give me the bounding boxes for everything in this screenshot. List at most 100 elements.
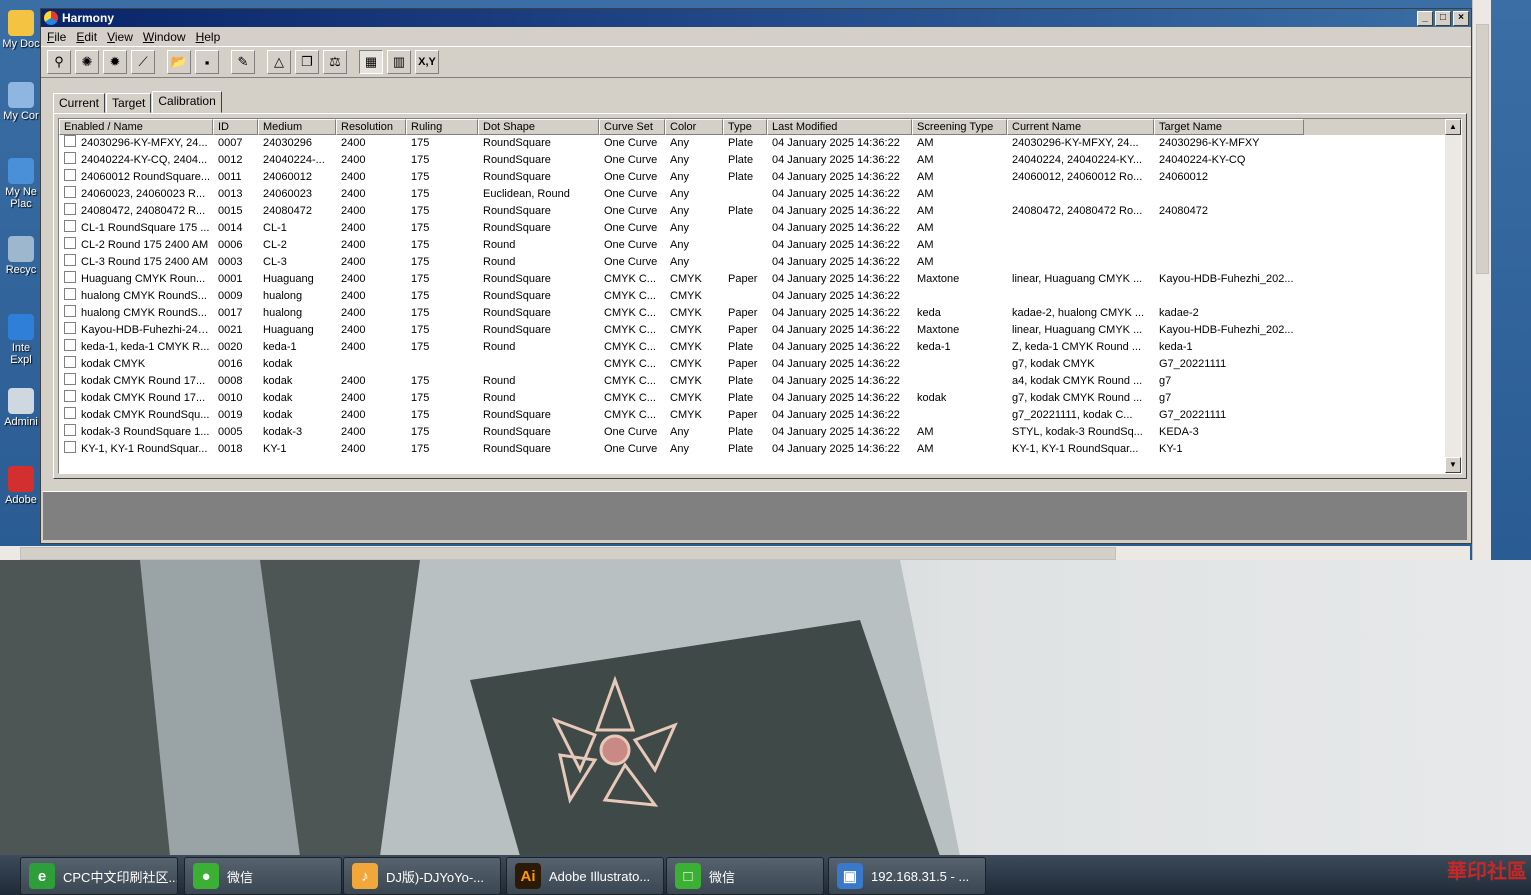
scroll-up-icon[interactable]: ▲ — [1445, 119, 1461, 135]
taskbar-button[interactable]: ♪ DJ版)-DJYoYo-... — [343, 857, 501, 895]
menu-view[interactable]: View — [107, 30, 133, 44]
outer-horizontal-scrollbar[interactable] — [0, 546, 1470, 560]
table-view-icon[interactable]: ▦ — [359, 50, 383, 74]
column-header[interactable]: ID — [213, 119, 258, 135]
enabled-checkbox[interactable] — [64, 390, 76, 402]
table-row[interactable]: kodak-3 RoundSquare 1... 0005 kodak-3 2400 1… — [59, 424, 1461, 441]
tab-current[interactable]: Current — [53, 93, 106, 113]
edit-icon[interactable]: ✎ — [231, 50, 255, 74]
menu-edit[interactable]: Edit — [76, 30, 97, 44]
enabled-checkbox[interactable] — [64, 203, 76, 215]
enabled-checkbox[interactable] — [64, 169, 76, 181]
menu-help[interactable]: Help — [196, 30, 221, 44]
column-header[interactable]: Medium — [258, 119, 336, 135]
warning-icon[interactable]: △ — [267, 50, 291, 74]
taskbar-button[interactable]: ▣ 192.168.31.5 - ... — [828, 857, 986, 895]
column-header[interactable]: Enabled / Name — [59, 119, 213, 135]
column-header[interactable]: Screening Type — [912, 119, 1007, 135]
columns-view-icon[interactable]: ▥ — [387, 50, 411, 74]
toolbar: ⚲ ✺ ✹ ⟋ 📂 ▪ ✎ △ ❐ ⚖ ▦ ▥ X,Y — [41, 46, 1471, 78]
table-row[interactable]: 24080472, 24080472 R... 0015 24080472 2400 1… — [59, 203, 1461, 220]
taskbar-button[interactable]: ● 微信 — [184, 857, 342, 895]
enabled-checkbox[interactable] — [64, 152, 76, 164]
table-row[interactable]: hualong CMYK RoundS... 0017 hualong 2400 175… — [59, 305, 1461, 322]
table-vertical-scrollbar[interactable]: ▲ ▼ — [1445, 119, 1461, 473]
maximize-icon[interactable]: □ — [1435, 10, 1451, 26]
column-header[interactable]: Last Modified — [767, 119, 912, 135]
column-header[interactable]: Resolution — [336, 119, 406, 135]
outer-horizontal-scroll-thumb[interactable] — [20, 547, 1116, 560]
outer-vertical-scroll-thumb[interactable] — [1476, 24, 1489, 274]
table-row[interactable]: hualong CMYK RoundS... 0009 hualong 2400 175… — [59, 288, 1461, 305]
desktop-icon[interactable]: My Ne Plac — [0, 158, 42, 210]
taskbar-button[interactable]: e CPC中文印刷社区... — [20, 857, 178, 895]
table-row[interactable]: keda-1, keda-1 CMYK R... 0020 keda-1 2400 17… — [59, 339, 1461, 356]
desktop-icon[interactable]: Admini — [0, 388, 42, 428]
table-row[interactable]: kodak CMYK 0016 kodak CMYK C... CMYK Paper 04 … — [59, 356, 1461, 373]
probe-icon[interactable]: ⚲ — [47, 50, 71, 74]
desktop-icon[interactable]: My Doc — [0, 10, 42, 50]
column-header[interactable]: Color — [665, 119, 723, 135]
enabled-checkbox[interactable] — [64, 135, 76, 147]
enabled-checkbox[interactable] — [64, 305, 76, 317]
enabled-checkbox[interactable] — [64, 220, 76, 232]
table-row[interactable]: kodak CMYK Round 17... 0008 kodak 2400 175 Ro… — [59, 373, 1461, 390]
target-alt-icon[interactable]: ✹ — [103, 50, 127, 74]
taskbar-button[interactable]: □ 微信 — [666, 857, 824, 895]
table-row[interactable]: 24040224-KY-CQ, 2404... 0012 24040224-... 2… — [59, 152, 1461, 169]
table-row[interactable]: kodak CMYK RoundSqu... 0019 kodak 2400 175 Ro… — [59, 407, 1461, 424]
menu-file[interactable]: File — [47, 30, 66, 44]
table-row[interactable]: CL-1 RoundSquare 175 ... 0014 CL-1 2400 175 R… — [59, 220, 1461, 237]
enabled-checkbox[interactable] — [64, 271, 76, 283]
close-icon[interactable]: × — [1453, 10, 1469, 26]
column-header[interactable]: Target Name — [1154, 119, 1304, 135]
title-bar[interactable]: Harmony _ □ × — [41, 9, 1471, 27]
enabled-checkbox[interactable] — [64, 237, 76, 249]
enabled-checkbox[interactable] — [64, 322, 76, 334]
table-row[interactable]: kodak CMYK Round 17... 0010 kodak 2400 175 Ro… — [59, 390, 1461, 407]
table-row[interactable]: 24060023, 24060023 R... 0013 24060023 2400 1… — [59, 186, 1461, 203]
enabled-checkbox[interactable] — [64, 441, 76, 453]
xy-icon[interactable]: X,Y — [415, 50, 439, 74]
desktop-icon[interactable]: Inte Expl — [0, 314, 42, 366]
curve-icon[interactable]: ⟋ — [131, 50, 155, 74]
tab-target[interactable]: Target — [106, 93, 152, 113]
enabled-checkbox[interactable] — [64, 186, 76, 198]
enabled-checkbox[interactable] — [64, 407, 76, 419]
minimize-icon[interactable]: _ — [1417, 10, 1433, 26]
table-row[interactable]: Kayou-HDB-Fuhezhi-241... 0021 Huaguang 2400… — [59, 322, 1461, 339]
table-row[interactable]: KY-1, KY-1 RoundSquar... 0018 KY-1 2400 175 R… — [59, 441, 1461, 458]
desktop-icon[interactable]: My Cor — [0, 82, 42, 122]
enabled-checkbox[interactable] — [64, 288, 76, 300]
enabled-checkbox[interactable] — [64, 424, 76, 436]
tab-calibration[interactable]: Calibration — [152, 91, 222, 113]
column-header[interactable]: Dot Shape — [478, 119, 599, 135]
enabled-checkbox[interactable] — [64, 356, 76, 368]
desktop-icon[interactable]: Recyc — [0, 236, 42, 276]
scale-icon[interactable]: ⚖ — [323, 50, 347, 74]
table-cell: CMYK — [670, 358, 702, 370]
enabled-checkbox[interactable] — [64, 254, 76, 266]
table-cell: One Curve — [604, 171, 658, 183]
table-row[interactable]: Huaguang CMYK Roun... 0001 Huaguang 2400 175… — [59, 271, 1461, 288]
save-icon[interactable]: ▪ — [195, 50, 219, 74]
column-header[interactable]: Curve Set — [599, 119, 665, 135]
enabled-checkbox[interactable] — [64, 373, 76, 385]
column-header[interactable]: Type — [723, 119, 767, 135]
open-icon[interactable]: 📂 — [167, 50, 191, 74]
target-icon[interactable]: ✺ — [75, 50, 99, 74]
desktop-icon[interactable]: Adobe — [0, 466, 42, 506]
layers-icon[interactable]: ❐ — [295, 50, 319, 74]
column-header[interactable]: Current Name — [1007, 119, 1154, 135]
scroll-down-icon[interactable]: ▼ — [1445, 457, 1461, 473]
outer-vertical-scrollbar[interactable] — [1472, 0, 1491, 560]
column-header[interactable]: Ruling — [406, 119, 478, 135]
taskbar-button[interactable]: Ai Adobe Illustrato... — [506, 857, 664, 895]
table-cell: CL-1 RoundSquare 175 ... — [59, 220, 213, 237]
table-row[interactable]: CL-2 Round 175 2400 AM 0006 CL-2 2400 175 Rou… — [59, 237, 1461, 254]
menu-window[interactable]: Window — [143, 30, 186, 44]
enabled-checkbox[interactable] — [64, 339, 76, 351]
table-row[interactable]: CL-3 Round 175 2400 AM 0003 CL-3 2400 175 Rou… — [59, 254, 1461, 271]
table-row[interactable]: 24030296-KY-MFXY, 24... 0007 24030296 2400 1… — [59, 135, 1461, 152]
table-row[interactable]: 24060012 RoundSquare... 0011 24060012 2400 1… — [59, 169, 1461, 186]
